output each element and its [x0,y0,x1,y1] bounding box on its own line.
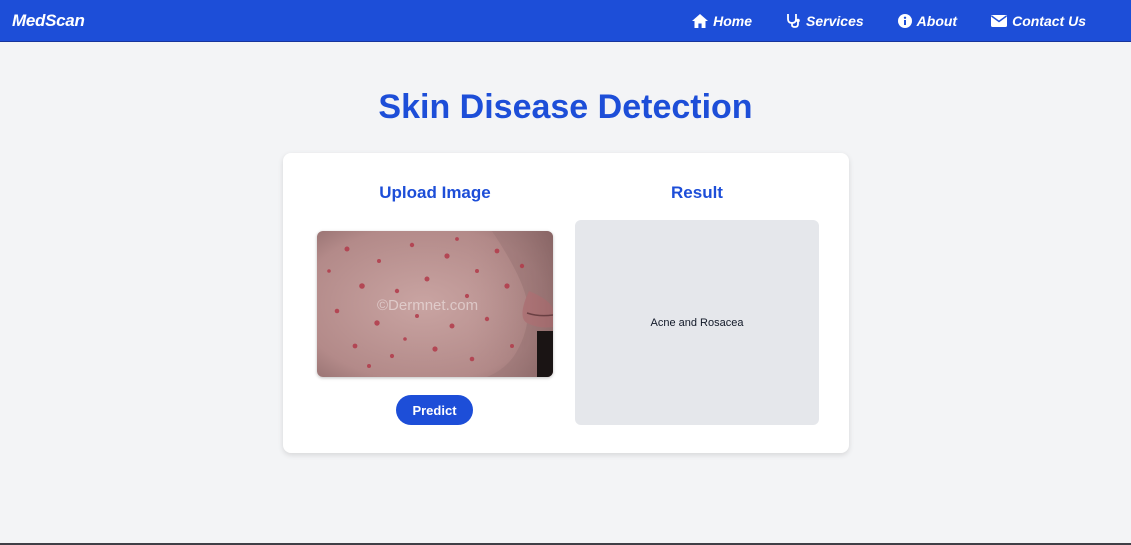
detection-card: Upload Image Result ©Dermnet.com Predict… [283,153,849,453]
result-box: Acne and Rosacea [575,220,819,425]
nav-services[interactable]: Services [786,13,864,29]
predict-button[interactable]: Predict [396,395,473,425]
nav-home[interactable]: Home [692,13,752,29]
nav-contact[interactable]: Contact Us [991,13,1086,29]
page-title: Skin Disease Detection [378,88,753,126]
upload-heading: Upload Image [379,183,491,202]
nav-home-label: Home [713,12,753,29]
nav-links: Home Services About Contact Us [658,13,1086,29]
nav-services-label: Services [806,12,864,29]
result-text: Acne and Rosacea [650,316,744,329]
brand-logo[interactable]: MedScan [12,11,85,31]
nav-about-label: About [916,12,958,29]
nav-contact-label: Contact Us [1012,12,1086,29]
result-heading: Result [671,183,723,202]
nav-about[interactable]: About [897,12,958,29]
uploaded-skin-image: ©Dermnet.com [317,231,553,377]
home-icon [692,13,709,28]
envelope-icon [991,14,1008,27]
image-watermark: ©Dermnet.com [377,297,478,314]
stethoscope-icon [787,14,800,28]
top-navbar: MedScan Home Services About Contact Us [0,0,1131,42]
info-icon [897,13,912,28]
